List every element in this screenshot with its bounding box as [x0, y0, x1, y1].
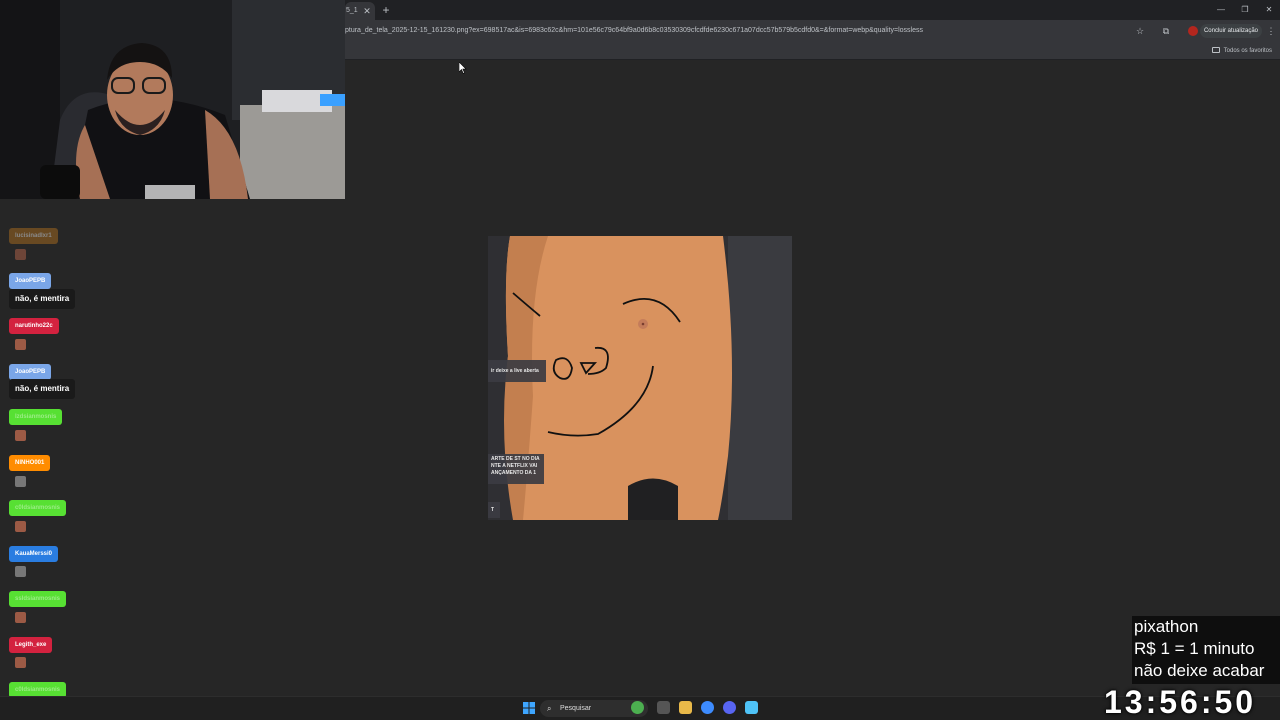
chat-username: lzdsianmosnis [9, 409, 63, 425]
chat-message: não, é mentira [9, 289, 76, 309]
menu-kebab-icon[interactable]: ⋮ [1264, 24, 1278, 38]
address-bar[interactable]: ptura_de_tela_2025-12-15_161230.png?ex=6… [345, 23, 1125, 39]
windows-start-icon[interactable] [523, 702, 535, 714]
donation-line-2: R$ 1 = 1 minuto [1134, 639, 1255, 658]
chat-emote-icon [15, 430, 26, 441]
donation-line-1: pixathon [1134, 617, 1199, 636]
minimize-icon[interactable]: — [1214, 3, 1228, 17]
chat-emote-icon [15, 657, 26, 668]
subathon-timer: 13:56:50 [1104, 684, 1257, 720]
chat-username: JoaoPEPB [9, 273, 52, 289]
stream-label: ir deixe a live aberta [488, 360, 546, 382]
search-placeholder: Pesquisar [560, 705, 592, 712]
all-bookmarks-label: Todos os favoritos [1223, 48, 1272, 54]
chat-username: Legith_exe [9, 637, 53, 653]
chat-emote-icon [15, 476, 26, 487]
bookmark-star-icon[interactable]: ☆ [1133, 24, 1147, 38]
update-button[interactable]: Concluir atualização [1199, 24, 1262, 38]
search-icon: ⌕ [547, 704, 552, 713]
displayed-image: ir deixe a live aberta ARTE DE ST NO DIA… [488, 236, 792, 520]
chat-overlay: lucisinadlxr1 JoaoPEPB não, é mentira na… [0, 226, 90, 720]
close-window-icon[interactable]: ✕ [1262, 3, 1276, 17]
donation-line-3: não deixe acabar [1134, 661, 1265, 680]
tab-title: 5_1 [346, 7, 358, 14]
task-view-icon[interactable] [657, 701, 670, 714]
webcam-scene [0, 0, 345, 199]
chat-username: c0ldsianmosnis [9, 500, 67, 516]
profile-avatar-icon[interactable] [1188, 26, 1198, 36]
chat-username: KauaMerssi0 [9, 546, 59, 562]
all-bookmarks-button[interactable]: Todos os favoritos [1211, 45, 1272, 57]
screen: 5_1 ✕ + — ❐ ✕ ptura_de_tela_2025-12-15_1… [0, 0, 1280, 720]
close-tab-icon[interactable]: ✕ [362, 6, 372, 16]
chat-message: não, é mentira [9, 379, 76, 399]
browser-tabstrip: 5_1 ✕ + — ❐ ✕ [345, 0, 1280, 20]
browser-tab[interactable]: 5_1 ✕ [345, 2, 375, 20]
maximize-icon[interactable]: ❐ [1238, 3, 1252, 17]
chat-emote-icon [15, 612, 26, 623]
chrome-icon[interactable] [701, 701, 714, 714]
chat-username: lucisinadlxr1 [9, 228, 58, 244]
news-overlay: ARTE DE ST NO DIA NTE A NETFLIX VAI ANÇA… [488, 454, 544, 484]
widget-globe-icon[interactable] [631, 701, 644, 714]
webcam-feed [0, 0, 345, 199]
mouse-cursor-icon [459, 62, 467, 74]
file-explorer-icon[interactable] [679, 701, 692, 714]
chat-emote-icon [15, 521, 26, 532]
chat-username: narutinho22c [9, 318, 59, 334]
chat-username: ssldsianmosnis [9, 591, 67, 607]
chat-username: JoaoPEPB [9, 364, 52, 380]
donation-overlay: pixathon R$ 1 = 1 minuto não deixe acaba… [1132, 616, 1280, 684]
discord-icon[interactable] [723, 701, 736, 714]
extensions-icon[interactable]: ⧉ [1159, 24, 1173, 38]
folder-icon [1211, 47, 1220, 53]
chat-username: NINHO001 [9, 455, 51, 471]
image-viewer [345, 61, 1280, 695]
windows-taskbar: ⌕ Pesquisar [0, 696, 1280, 720]
chat-emote-icon [15, 566, 26, 577]
notepad-icon[interactable] [745, 701, 758, 714]
bookmarks-bar: Todos os favoritos [345, 42, 1280, 60]
browser-toolbar: ptura_de_tela_2025-12-15_161230.png?ex=6… [345, 20, 1280, 42]
bottom-overlay: T [488, 502, 500, 518]
new-tab-icon[interactable]: + [379, 3, 393, 17]
chat-emote-icon [15, 339, 26, 350]
chat-emote-icon [15, 249, 26, 260]
